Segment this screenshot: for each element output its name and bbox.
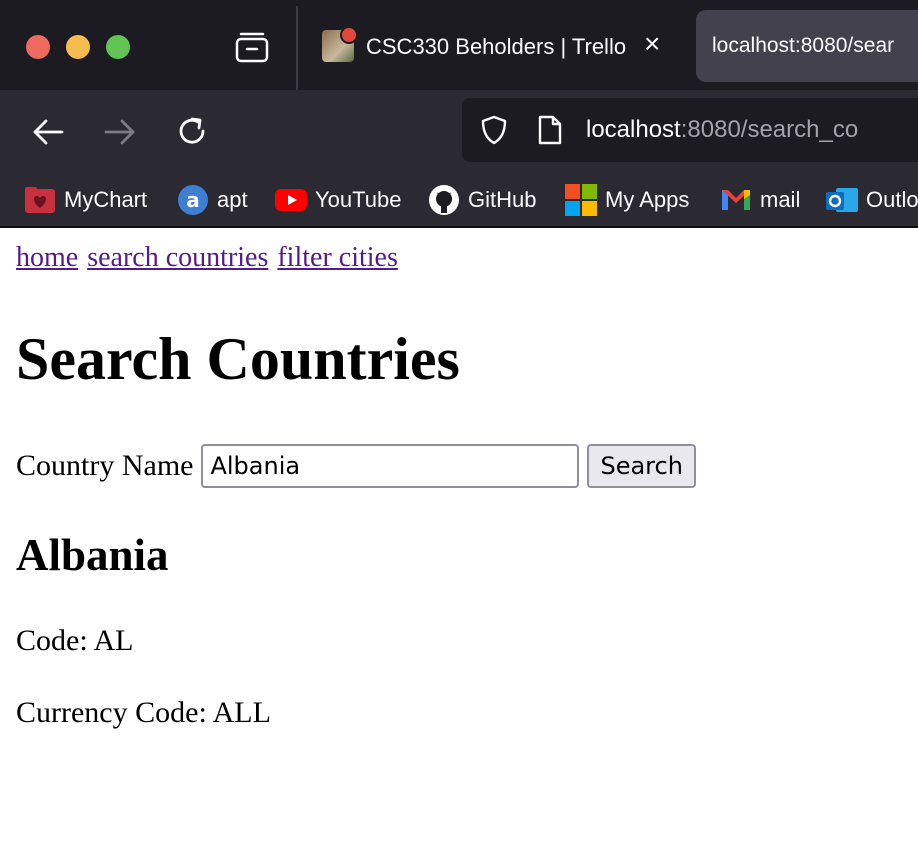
site-nav: home search countries filter cities [16,242,407,274]
bookmark-youtube[interactable]: YouTube [275,184,401,216]
address-bar[interactable]: localhost:8080/search_co [462,98,918,162]
bookmark-label: My Apps [605,187,690,212]
bookmark-label: Outlo [866,187,918,212]
tracking-protection-shield-icon[interactable] [478,114,510,146]
mychart-icon [25,187,55,213]
youtube-icon [275,189,307,211]
bookmarks-toolbar: MyChart a apt YouTube GitHub My Apps mai… [0,174,918,228]
bookmark-outlook[interactable]: Outlo [826,184,918,216]
page-info-icon[interactable] [536,114,564,146]
bookmark-label: apt [217,187,248,212]
country-code-line: Code: AL [16,624,134,657]
navigation-toolbar: localhost:8080/search_co [0,90,918,174]
result-country-name: Albania [16,530,169,580]
url-text[interactable]: localhost:8080/search_co [586,116,858,144]
github-icon [429,185,459,215]
bookmark-label: mail [760,187,801,212]
gmail-icon [722,190,750,210]
tab-title: localhost:8080/sear [712,34,895,57]
search-button[interactable]: Search [587,444,696,488]
country-name-label: Country Name [16,449,194,482]
country-name-input[interactable] [201,444,580,488]
tab-localhost[interactable]: localhost:8080/sear [696,10,918,82]
bookmark-label: MyChart [64,187,148,212]
outlook-icon [826,188,858,212]
tab-trello[interactable]: CSC330 Beholders | Trello × [306,10,686,82]
page-title: Search Countries [16,326,460,392]
nav-link-home[interactable]: home [16,242,78,273]
bookmark-label: GitHub [468,187,537,212]
close-window-button[interactable] [26,35,50,59]
bookmark-github[interactable]: GitHub [428,184,536,216]
bookmark-apt[interactable]: a apt [177,184,248,216]
url-path: :8080/search_co [680,116,859,143]
browser-chrome: CSC330 Beholders | Trello × localhost:80… [0,0,918,228]
nav-link-filter-cities[interactable]: filter cities [277,242,398,273]
tab-separator [296,6,298,90]
tab-bar: CSC330 Beholders | Trello × localhost:80… [0,0,918,90]
apt-icon: a [178,185,208,215]
tab-manager-icon[interactable] [234,30,270,64]
back-arrow-icon[interactable] [26,110,70,154]
reload-icon[interactable] [170,110,214,154]
forward-arrow-icon[interactable] [98,110,142,154]
minimize-window-button[interactable] [66,35,90,59]
bookmark-my-apps[interactable]: My Apps [565,184,689,216]
url-host: localhost [586,116,681,143]
trello-board-favicon-icon [322,26,358,62]
my-apps-icon [565,184,597,216]
bookmark-label: YouTube [315,187,402,212]
bookmark-mychart[interactable]: MyChart [24,184,147,216]
tab-title: CSC330 Beholders | Trello [366,34,627,59]
nav-link-search-countries[interactable]: search countries [87,242,268,273]
svg-text:a: a [186,188,200,212]
zoom-window-button[interactable] [106,35,130,59]
currency-code-line: Currency Code: ALL [16,696,271,729]
close-tab-icon[interactable]: × [644,30,660,58]
bookmark-mail[interactable]: mail [720,184,800,216]
page-content: home search countries filter cities Search… [0,228,918,844]
search-form: Country Name Search [16,444,696,488]
